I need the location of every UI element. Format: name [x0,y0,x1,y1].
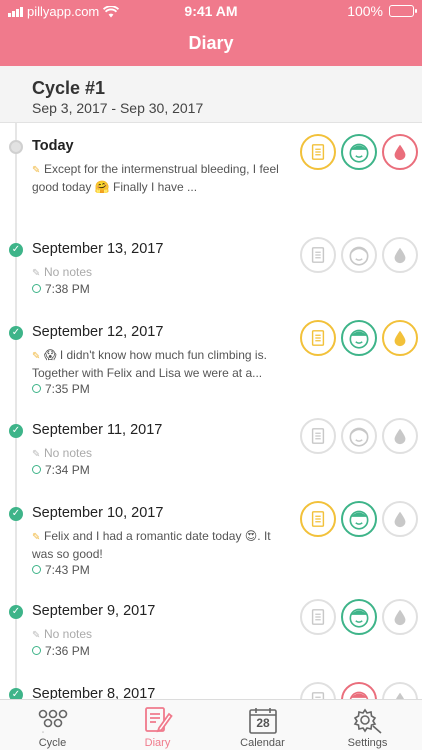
entry-date: Today [32,138,74,154]
pencil-icon: ✎ [32,268,41,279]
mood-face-icon[interactable] [341,320,377,356]
entry-date: September 12, 2017 [32,324,164,340]
page-title: Diary [188,33,234,53]
clock-icon [32,465,41,474]
cycle-title: Cycle #1 [32,78,106,98]
pencil-icon: ✎ [32,532,41,543]
diary-entry[interactable]: ✓ September 12, 2017 ✎ 😱 I didn't know ho… [0,309,422,407]
note-icon[interactable] [300,418,336,454]
entry-date: September 9, 2017 [32,603,156,619]
tab-bar: Cycle Diary 28 Calendar Settings [0,699,422,750]
drop-icon[interactable] [382,418,418,454]
entry-date: September 13, 2017 [32,241,164,257]
gear-icon [353,708,382,734]
diary-entry[interactable]: ✓ September 8, 2017 [0,671,422,699]
check-icon: ✓ [9,688,23,699]
tab-label: Settings [347,737,388,749]
diary-entry[interactable]: ✓ September 9, 2017 ✎ No notes 7:36 PM [0,588,422,671]
note-icon[interactable] [300,237,336,273]
pencil-icon: ✎ [32,449,41,460]
clock-icon [32,565,41,574]
check-icon: ✓ [9,243,23,257]
mood-face-icon[interactable] [341,418,377,454]
entry-date: September 10, 2017 [32,505,164,521]
note-icon[interactable] [300,134,336,170]
tab-calendar[interactable]: 28 Calendar [210,700,315,750]
note-icon[interactable] [300,682,336,699]
diary-entry[interactable]: ✓ September 11, 2017 ✎ No notes 7:34 PM [0,407,422,490]
drop-icon[interactable] [382,320,418,356]
cycle-date-range: Sep 3, 2017 - Sep 30, 2017 [32,100,204,116]
drop-icon[interactable] [382,237,418,273]
tab-label: Diary [144,737,171,749]
entry-date: September 11, 2017 [32,422,163,438]
entry-note: ✎ Except for the intermenstrual bleeding,… [32,162,279,194]
note-icon[interactable] [300,320,336,356]
drop-icon[interactable] [382,501,418,537]
clock-icon [32,384,41,393]
entry-time: 7:35 PM [32,382,90,396]
entry-note: ✎ 😱 I didn't know how much fun climbing i… [32,348,267,380]
drop-icon[interactable] [382,134,418,170]
diary-entry[interactable]: ✓ September 13, 2017 ✎ No notes 7:38 PM [0,226,422,309]
pencil-icon: ✎ [32,630,41,641]
entry-time: 7:43 PM [32,563,90,577]
clock-icon [32,646,41,655]
clock-icon [32,284,41,293]
calendar-day: 28 [256,716,270,730]
entry-date: September 8, 2017 [32,686,156,699]
diary-entry[interactable]: Today ✎ Except for the intermenstrual ble… [0,123,422,226]
check-icon: ✓ [9,424,23,438]
entry-time: 7:36 PM [32,644,90,658]
note-icon[interactable] [300,599,336,635]
pencil-icon: ✎ [32,165,41,176]
drop-icon[interactable] [382,682,418,699]
mood-face-icon[interactable] [341,134,377,170]
drop-icon[interactable] [382,599,418,635]
tab-cycle[interactable]: Cycle [0,700,105,750]
status-bar: pillyapp.com 9:41 AM 100% [0,0,422,22]
diary-list[interactable]: Today ✎ Except for the intermenstrual ble… [0,123,422,699]
battery-icon [389,5,417,17]
cycle-header: Cycle #1 Sep 3, 2017 - Sep 30, 2017 [0,66,422,123]
check-icon: ✓ [9,326,23,340]
note-icon[interactable] [300,501,336,537]
mood-face-icon[interactable] [341,237,377,273]
entry-note: ✎ No notes [32,626,294,644]
pencil-icon: ✎ [32,351,41,362]
entry-time: 7:38 PM [32,282,90,296]
battery-percent: 100% [347,3,383,19]
mood-face-icon[interactable] [341,599,377,635]
timeline-dot-today [9,140,23,154]
entry-note: ✎ No notes [32,264,294,282]
entry-time: 7:34 PM [32,463,90,477]
cycle-icon [38,709,68,733]
diary-entry[interactable]: ✓ September 10, 2017 ✎ Felix and I had a … [0,490,422,588]
tab-diary[interactable]: Diary [105,700,210,750]
tab-settings[interactable]: Settings [315,700,420,750]
tab-label: Calendar [240,737,285,749]
entry-note: ✎ Felix and I had a romantic date today 😍… [32,529,271,561]
check-icon: ✓ [9,605,23,619]
mood-face-icon[interactable] [341,501,377,537]
app-header: pillyapp.com 9:41 AM 100% Diary [0,0,422,66]
entry-note: ✎ No notes [32,445,294,463]
check-icon: ✓ [9,507,23,521]
tab-label: Cycle [38,737,67,749]
diary-icon [145,707,173,733]
mood-face-icon[interactable] [341,682,377,699]
